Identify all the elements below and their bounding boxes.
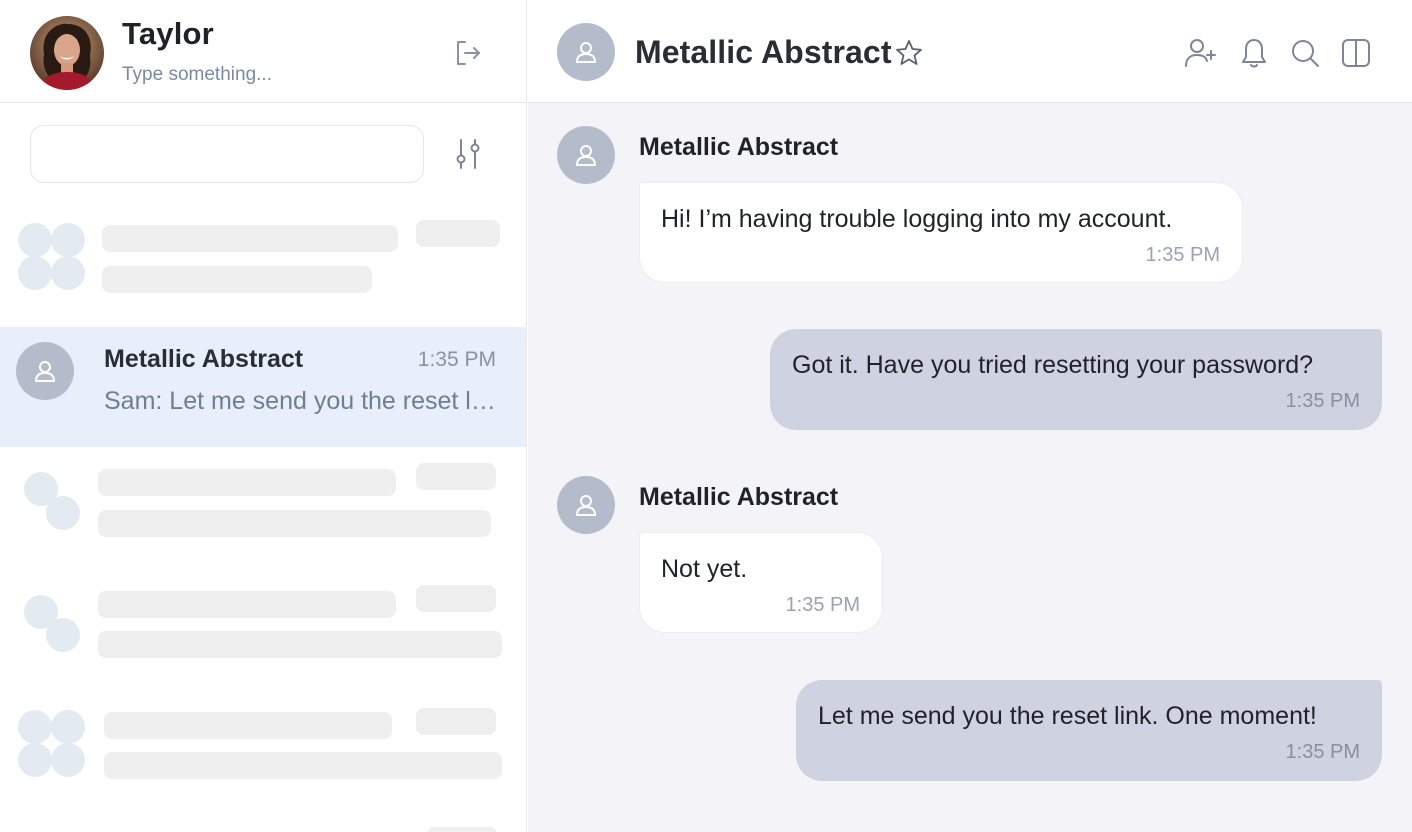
message-time: 1:35 PM xyxy=(785,594,860,616)
chat-title: Metallic Abstract xyxy=(635,34,892,70)
message-text: Not yet. xyxy=(661,555,748,583)
contact-avatar xyxy=(16,342,74,400)
message-time: 1:35 PM xyxy=(1285,390,1360,412)
chat-header: Metallic Abstract xyxy=(528,0,1412,103)
profile-header: Taylor Type something... xyxy=(0,0,526,103)
message-bubble[interactable]: Hi! I’m having trouble logging into my a… xyxy=(639,182,1243,283)
search-icon xyxy=(1292,40,1319,67)
add-member-button[interactable] xyxy=(1182,35,1218,71)
bell-icon xyxy=(1242,39,1266,68)
toggle-side-panel-button[interactable] xyxy=(1338,35,1374,71)
logout-button[interactable] xyxy=(448,35,488,71)
message-text: Got it. Have you tried resetting your pa… xyxy=(792,351,1314,379)
message-text: Let me send you the reset link. One mome… xyxy=(818,702,1317,730)
message-bubble[interactable]: Got it. Have you tried resetting your pa… xyxy=(770,329,1382,430)
message-bubble[interactable]: Not yet. 1:35 PM xyxy=(639,532,883,633)
star-icon xyxy=(896,40,922,65)
message-text: Hi! I’m having trouble logging into my a… xyxy=(661,205,1173,233)
add-user-icon xyxy=(1185,39,1216,67)
sender-name: Metallic Abstract xyxy=(639,133,839,161)
message-bubble[interactable]: Let me send you the reset link. One mome… xyxy=(796,680,1382,781)
sender-avatar[interactable] xyxy=(557,126,615,184)
favorite-button[interactable] xyxy=(894,38,924,68)
notifications-button[interactable] xyxy=(1236,35,1272,71)
chat-contact-avatar[interactable] xyxy=(557,23,615,81)
split-panel-icon xyxy=(1342,39,1370,67)
message-time: 1:35 PM xyxy=(1285,741,1360,763)
person-icon xyxy=(575,42,597,63)
conversation-time: 1:35 PM xyxy=(417,348,496,371)
search-chat-button[interactable] xyxy=(1287,35,1323,71)
chat-panel: Metallic Abstract Metallic Abstract Hi! … xyxy=(528,0,1412,832)
status-message[interactable]: Type something... xyxy=(122,64,272,86)
user-avatar[interactable] xyxy=(30,16,104,90)
sliders-icon xyxy=(456,139,480,169)
conversation-item-metallic-abstract[interactable]: Metallic Abstract 1:35 PM Sam: Let me se… xyxy=(0,327,526,447)
person-icon xyxy=(34,361,56,382)
logout-icon xyxy=(457,41,480,65)
filter-button[interactable] xyxy=(448,134,488,174)
message-time: 1:35 PM xyxy=(1145,244,1220,266)
conversation-search-input[interactable] xyxy=(30,125,424,183)
user-name: Taylor xyxy=(122,16,214,51)
sender-avatar[interactable] xyxy=(557,476,615,534)
conversation-preview: Sam: Let me send you the reset link. One… xyxy=(104,387,496,415)
sender-name: Metallic Abstract xyxy=(639,483,839,511)
person-icon xyxy=(575,145,597,166)
conversation-name: Metallic Abstract xyxy=(104,345,304,373)
conversation-sidebar: Taylor Type something... Metallic Abstra… xyxy=(0,0,527,832)
person-icon xyxy=(575,495,597,516)
